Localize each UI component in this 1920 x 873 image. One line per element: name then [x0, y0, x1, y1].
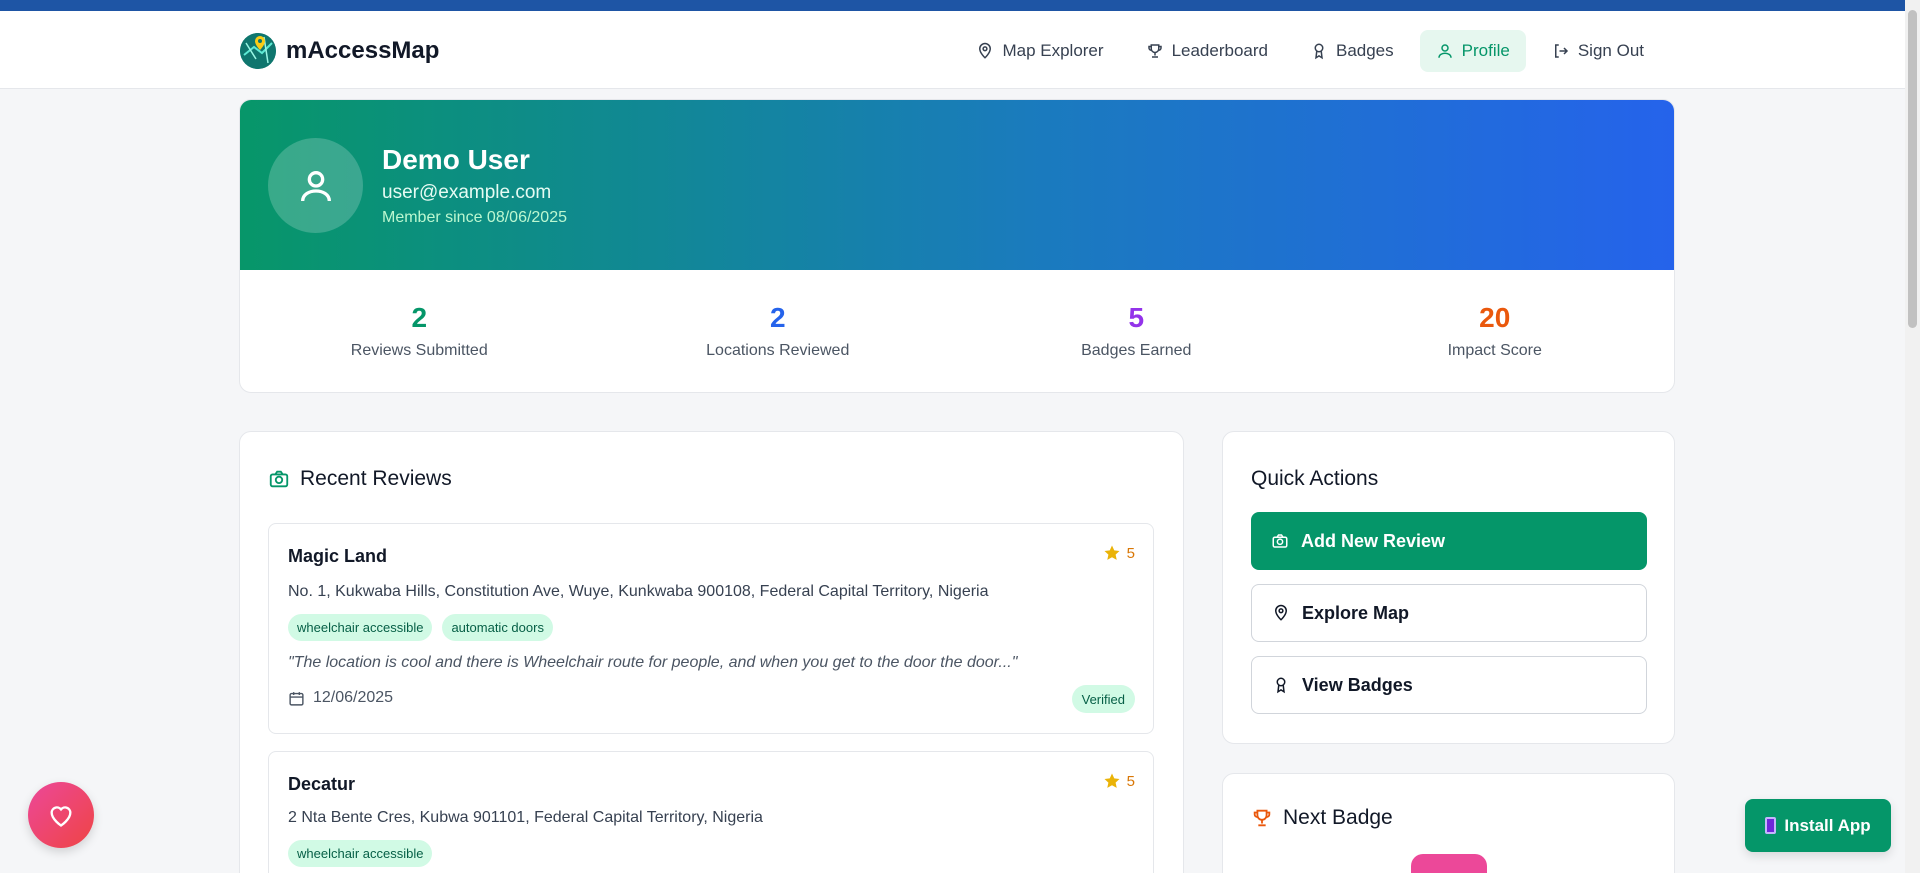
top-accent-bar: [0, 0, 1920, 11]
nav-map-explorer-label: Map Explorer: [1002, 41, 1104, 60]
review-quote: "The location is cool and there is Wheel…: [288, 654, 1018, 671]
stat-value: 2: [769, 302, 786, 333]
stat-reviews-submitted: 2 Reviews Submitted: [240, 270, 599, 392]
review-address: 2 Nta Bente Cres, Kubwa 901101, Federal …: [288, 809, 763, 826]
nav-sign-out-label: Sign Out: [1577, 41, 1644, 60]
star-icon: [1104, 545, 1120, 560]
rating-value: 5: [1126, 544, 1135, 562]
verified-badge: Verified: [1071, 685, 1135, 713]
trophy-icon: [1253, 809, 1271, 827]
review-tags: wheelchair accessible automatic doors: [288, 614, 553, 641]
scrollbar-thumb[interactable]: [1908, 10, 1917, 328]
heart-icon: [50, 806, 72, 827]
stat-value: 20: [1479, 302, 1511, 333]
stat-label: Impact Score: [1447, 342, 1542, 359]
next-badge-icon: [1411, 854, 1487, 873]
next-badge-title: Next Badge: [1283, 806, 1393, 829]
install-app-label: Install App: [1784, 815, 1871, 835]
user-avatar-icon: [300, 170, 331, 201]
user-name: Demo User: [382, 144, 530, 175]
mobile-phone-icon: [1765, 817, 1777, 834]
nav-badges-label: Badges: [1335, 41, 1394, 60]
stat-locations-reviewed: 2 Locations Reviewed: [599, 270, 958, 392]
next-badge-heading: Next Badge: [1251, 806, 1393, 830]
favorites-button[interactable]: [28, 782, 94, 848]
nav-leaderboard[interactable]: Leaderboard: [1130, 30, 1284, 72]
stat-impact-score: 20 Impact Score: [1316, 270, 1675, 392]
calendar-icon: [289, 691, 304, 706]
camera-icon: [1272, 534, 1288, 548]
review-item[interactable]: Decatur 5 2 Nta Bente Cres, Kubwa 901101…: [268, 751, 1154, 873]
camera-icon: [269, 470, 289, 488]
nav-sign-out[interactable]: Sign Out: [1536, 30, 1660, 72]
quick-actions-card: Quick Actions Add New Review Explore Map…: [1222, 431, 1675, 744]
nav-badges[interactable]: Badges: [1294, 30, 1410, 72]
review-location-name: Decatur: [288, 774, 356, 794]
quick-actions-title: Quick Actions: [1251, 467, 1379, 490]
main-nav: Map Explorer Leaderboard Badges Profile …: [960, 30, 1660, 72]
map-pin-icon: [979, 42, 992, 59]
rating-value: 5: [1126, 772, 1135, 790]
stat-label: Reviews Submitted: [350, 342, 488, 359]
review-date: 12/06/2025: [288, 689, 393, 707]
page-scrollbar[interactable]: [1905, 0, 1920, 873]
review-item[interactable]: Magic Land 5 No. 1, Kukwaba Hills, Const…: [268, 523, 1154, 734]
recent-reviews-card: Recent Reviews Magic Land 5 No. 1, Kukwa…: [239, 431, 1184, 873]
nav-profile[interactable]: Profile: [1419, 30, 1526, 72]
tag: wheelchair accessible: [288, 840, 433, 867]
app-logo-icon: [240, 33, 276, 69]
stat-label: Badges Earned: [1081, 342, 1192, 359]
top-navbar: mAccessMap Map Explorer Leaderboard Badg…: [0, 11, 1905, 89]
trophy-icon: [1147, 44, 1162, 58]
review-date-value: 12/06/2025: [313, 689, 394, 706]
stat-value: 5: [1128, 302, 1145, 333]
next-badge-card: Next Badge: [1222, 773, 1675, 873]
review-location-name: Magic Land: [288, 546, 388, 566]
sign-out-icon: [1554, 44, 1568, 58]
review-rating: 5: [1103, 544, 1135, 562]
brand[interactable]: mAccessMap: [240, 33, 439, 69]
view-badges-button[interactable]: View Badges: [1251, 656, 1647, 714]
nav-profile-label: Profile: [1461, 41, 1510, 60]
nav-map-explorer[interactable]: Map Explorer: [960, 30, 1119, 72]
tag: wheelchair accessible: [288, 614, 433, 641]
explore-map-button[interactable]: Explore Map: [1251, 584, 1647, 642]
user-email: user@example.com: [382, 182, 552, 203]
star-icon: [1104, 773, 1120, 788]
review-address: No. 1, Kukwaba Hills, Constitution Ave, …: [288, 583, 989, 600]
member-since: Member since 08/06/2025: [382, 209, 567, 226]
recent-reviews-heading: Recent Reviews: [268, 467, 452, 491]
stats-row: 2 Reviews Submitted 2 Locations Reviewed…: [240, 270, 1675, 392]
avatar: [268, 138, 363, 233]
review-tags: wheelchair accessible: [288, 840, 433, 867]
award-icon: [1314, 43, 1324, 60]
add-new-review-button[interactable]: Add New Review: [1251, 512, 1647, 570]
app-name: mAccessMap: [286, 37, 440, 64]
profile-card: Demo User user@example.com Member since …: [239, 99, 1675, 393]
review-rating: 5: [1103, 772, 1135, 790]
award-icon: [1276, 677, 1286, 694]
nav-leaderboard-label: Leaderboard: [1171, 41, 1268, 60]
recent-reviews-title: Recent Reviews: [300, 467, 452, 490]
tag: automatic doors: [442, 614, 553, 641]
map-pin-icon: [1274, 604, 1288, 621]
stat-value: 2: [411, 302, 428, 333]
explore-map-label: Explore Map: [1302, 602, 1410, 623]
profile-header: Demo User user@example.com Member since …: [240, 100, 1674, 270]
add-new-review-label: Add New Review: [1301, 530, 1446, 551]
stat-label: Locations Reviewed: [706, 342, 850, 359]
user-icon: [1437, 44, 1452, 58]
install-app-button[interactable]: Install App: [1745, 799, 1891, 852]
view-badges-label: View Badges: [1302, 674, 1413, 695]
stat-badges-earned: 5 Badges Earned: [957, 270, 1316, 392]
